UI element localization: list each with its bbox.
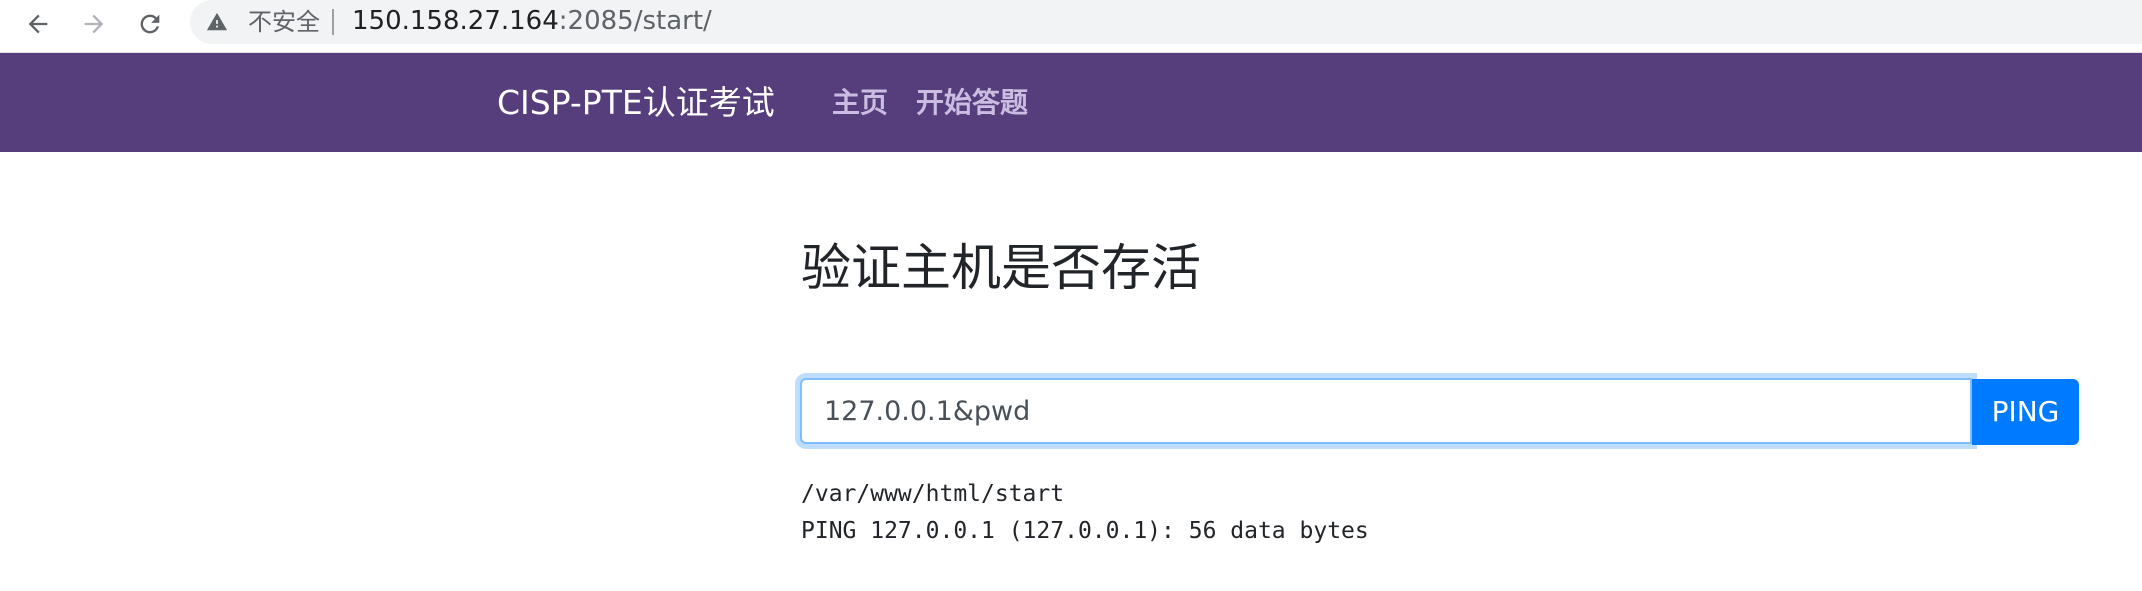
output-line: /var/www/html/start (801, 481, 1065, 507)
url-host: 150.158.27.164 (352, 6, 559, 36)
command-output: /var/www/html/start PING 127.0.0.1 (127.… (801, 476, 1369, 550)
output-line: PING 127.0.0.1 (127.0.0.1): 56 data byte… (801, 518, 1369, 544)
url-path: :2085/start/ (558, 6, 712, 36)
back-arrow-icon[interactable] (22, 8, 54, 40)
site-brand[interactable]: CISP-PTE认证考试 (497, 83, 775, 123)
ping-input-wrapper (800, 378, 1972, 444)
omnibox-divider (332, 9, 334, 35)
address-bar[interactable]: 不安全 150.158.27.164:2085/start/ (190, 0, 2142, 44)
security-status-label[interactable]: 不安全 (248, 7, 320, 37)
ping-button[interactable]: PING (1972, 379, 2079, 445)
site-navbar: CISP-PTE认证考试 主页 开始答题 (0, 53, 2142, 152)
nav-link-home[interactable]: 主页 (832, 85, 888, 121)
browser-toolbar: 不安全 150.158.27.164:2085/start/ (0, 0, 2142, 53)
warning-triangle-icon[interactable] (206, 11, 228, 33)
page-title: 验证主机是否存活 (801, 239, 1201, 297)
forward-arrow-icon[interactable] (78, 8, 110, 40)
nav-link-start-quiz[interactable]: 开始答题 (916, 85, 1028, 121)
url-text[interactable]: 150.158.27.164:2085/start/ (352, 5, 712, 37)
host-input[interactable] (802, 380, 1970, 442)
reload-icon[interactable] (134, 8, 166, 40)
